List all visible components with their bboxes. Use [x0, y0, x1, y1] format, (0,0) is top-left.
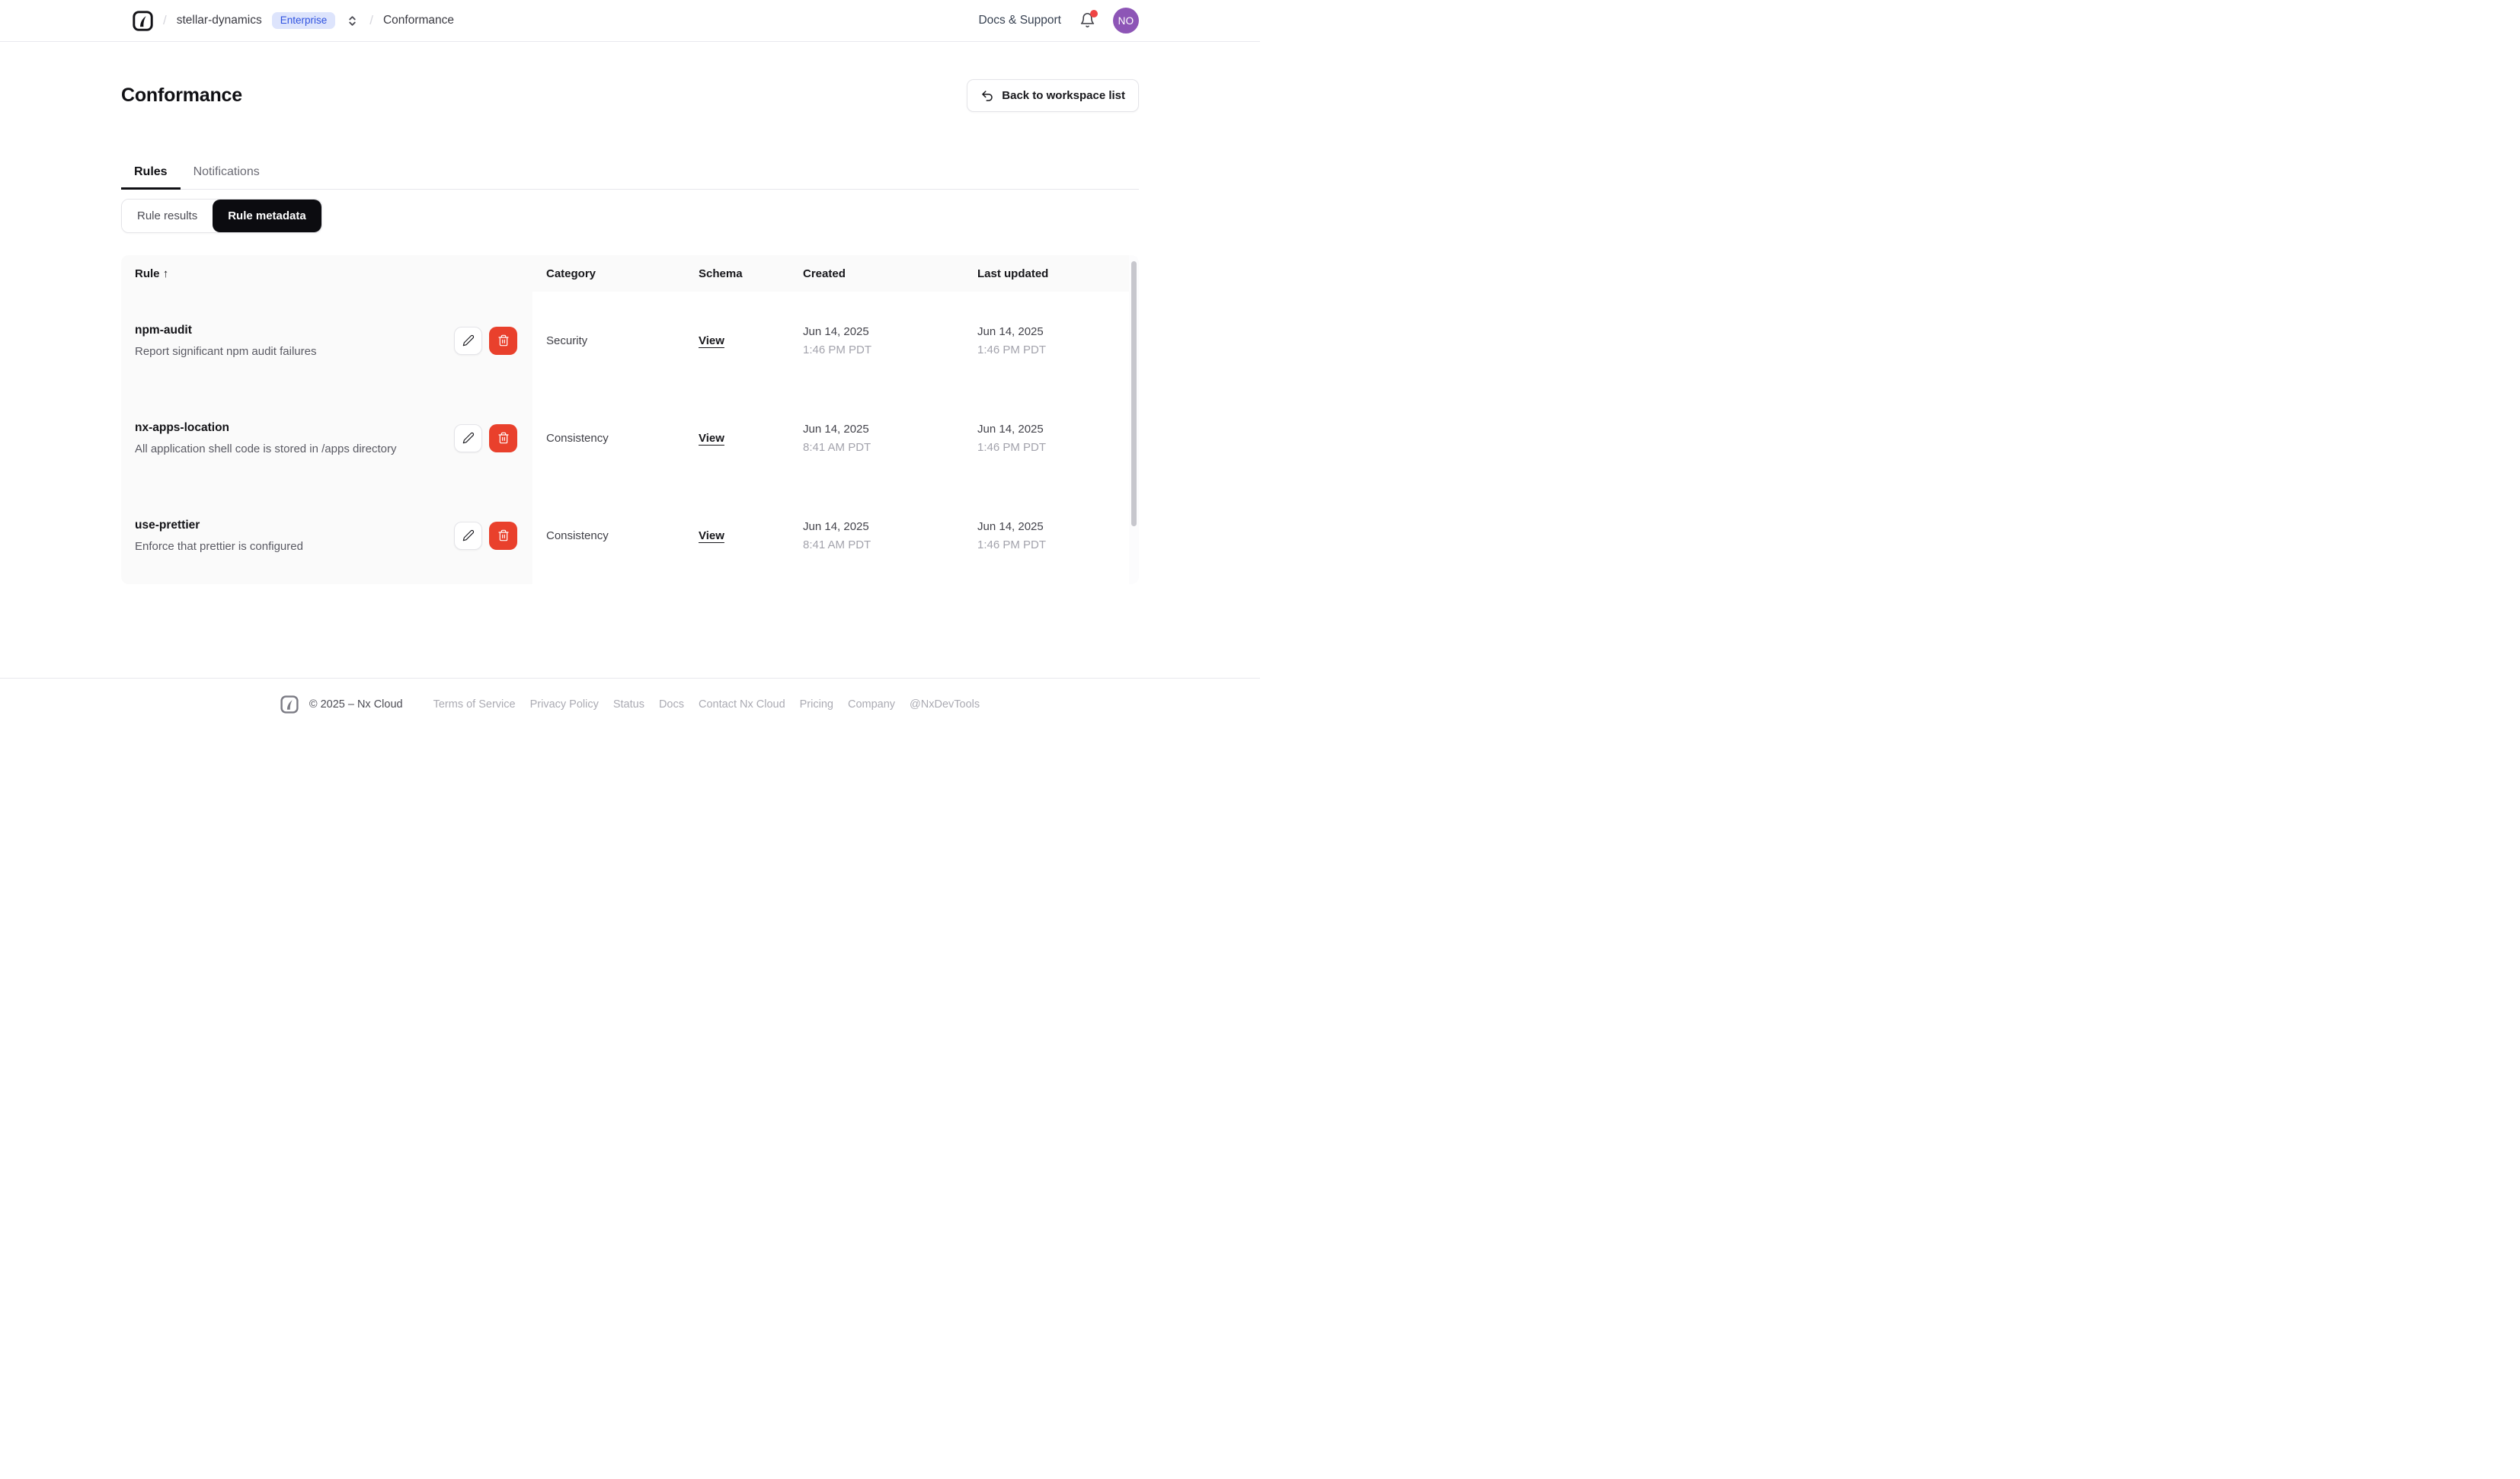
trash-icon — [497, 432, 509, 444]
schema-view-link[interactable]: View — [699, 529, 724, 542]
tab-bar: Rules Notifications — [121, 158, 1139, 190]
created-time: 8:41 AM PDT — [803, 538, 871, 551]
breadcrumb-org[interactable]: stellar-dynamics — [177, 14, 262, 27]
footer-link-status[interactable]: Status — [613, 698, 644, 711]
schema-view-link[interactable]: View — [699, 334, 724, 347]
footer-link-company[interactable]: Company — [848, 698, 895, 711]
notification-dot — [1090, 10, 1098, 18]
schema-view-link[interactable]: View — [699, 432, 724, 445]
edit-rule-button[interactable] — [454, 521, 482, 550]
footer-link-contact[interactable]: Contact Nx Cloud — [699, 698, 785, 711]
segment-rule-results[interactable]: Rule results — [122, 200, 213, 232]
footer-link-terms[interactable]: Terms of Service — [433, 698, 516, 711]
footer-link-privacy[interactable]: Privacy Policy — [530, 698, 599, 711]
pencil-icon — [462, 334, 474, 347]
trash-icon — [497, 334, 509, 347]
updated-date: Jun 14, 2025 — [977, 324, 1044, 338]
column-header-last-updated: Last updated — [977, 267, 1049, 280]
footer-link-pricing[interactable]: Pricing — [800, 698, 833, 711]
rules-table: Rule ↑ Category Schema Created Last upda… — [121, 255, 1139, 584]
rule-name: nx-apps-location — [135, 420, 230, 434]
table-header: Rule ↑ Category Schema Created Last upda… — [121, 255, 1139, 292]
rule-description: Report significant npm audit failures — [135, 344, 317, 358]
copyright: © 2025 – Nx Cloud — [309, 698, 403, 711]
category-cell: Consistency — [546, 529, 609, 542]
delete-rule-button[interactable] — [489, 326, 517, 355]
tab-rules[interactable]: Rules — [121, 158, 181, 190]
created-date: Jun 14, 2025 — [803, 422, 869, 436]
back-to-workspace-button[interactable]: Back to workspace list — [967, 79, 1139, 112]
created-time: 1:46 PM PDT — [803, 343, 872, 356]
updated-time: 1:46 PM PDT — [977, 440, 1047, 454]
workspace-switcher-button[interactable] — [345, 13, 360, 29]
updated-time: 1:46 PM PDT — [977, 343, 1047, 356]
rule-name: npm-audit — [135, 323, 192, 337]
avatar[interactable]: NO — [1113, 8, 1139, 34]
rule-description: All application shell code is stored in … — [135, 442, 397, 455]
rule-name: use-prettier — [135, 518, 200, 532]
delete-rule-button[interactable] — [489, 521, 517, 550]
table-row: npm-audit Report significant npm audit f… — [121, 292, 1139, 389]
table-row: use-prettier Enforce that prettier is co… — [121, 487, 1139, 584]
breadcrumb-page: Conformance — [382, 14, 455, 27]
column-header-created: Created — [803, 267, 846, 280]
category-cell: Consistency — [546, 431, 609, 445]
table-row: nx-apps-location All application shell c… — [121, 389, 1139, 487]
footer-link-docs[interactable]: Docs — [659, 698, 684, 711]
docs-support-link[interactable]: Docs & Support — [978, 14, 1061, 27]
enterprise-badge: Enterprise — [271, 12, 336, 29]
tab-notifications[interactable]: Notifications — [181, 158, 273, 189]
segment-rule-metadata[interactable]: Rule metadata — [213, 200, 321, 232]
notifications-button[interactable] — [1079, 10, 1098, 29]
undo-icon — [982, 90, 993, 101]
created-time: 8:41 AM PDT — [803, 440, 871, 454]
column-header-rule[interactable]: Rule ↑ — [121, 267, 532, 280]
column-header-schema: Schema — [699, 267, 743, 280]
table-scrollbar[interactable] — [1129, 255, 1139, 584]
top-nav: / stellar-dynamics Enterprise / Conforma… — [0, 0, 1260, 42]
chevron-updown-icon — [349, 15, 356, 26]
pencil-icon — [462, 432, 474, 444]
delete-rule-button[interactable] — [489, 423, 517, 452]
updated-time: 1:46 PM PDT — [977, 538, 1047, 551]
column-header-category: Category — [546, 267, 596, 280]
trash-icon — [497, 529, 509, 541]
page-title: Conformance — [121, 85, 242, 106]
edit-rule-button[interactable] — [454, 423, 482, 452]
scrollbar-thumb[interactable] — [1131, 261, 1137, 526]
created-date: Jun 14, 2025 — [803, 519, 869, 533]
footer-link-nxdevtools[interactable]: @NxDevTools — [910, 698, 980, 711]
updated-date: Jun 14, 2025 — [977, 519, 1044, 533]
breadcrumb-separator: / — [163, 13, 167, 27]
category-cell: Security — [546, 334, 588, 347]
breadcrumb: / stellar-dynamics Enterprise / Conforma… — [121, 10, 455, 31]
rule-view-toggle: Rule results Rule metadata — [121, 199, 322, 233]
footer-logo-icon — [280, 695, 299, 714]
footer: © 2025 – Nx Cloud Terms of Service Priva… — [0, 678, 1260, 740]
created-date: Jun 14, 2025 — [803, 324, 869, 338]
edit-rule-button[interactable] — [454, 326, 482, 355]
sort-asc-indicator: ↑ — [162, 267, 169, 280]
rule-description: Enforce that prettier is configured — [135, 539, 303, 553]
pencil-icon — [462, 529, 474, 541]
updated-date: Jun 14, 2025 — [977, 422, 1044, 436]
breadcrumb-separator: / — [369, 13, 373, 27]
footer-links: Terms of Service Privacy Policy Status D… — [433, 698, 980, 711]
nx-logo-icon[interactable] — [133, 10, 153, 31]
